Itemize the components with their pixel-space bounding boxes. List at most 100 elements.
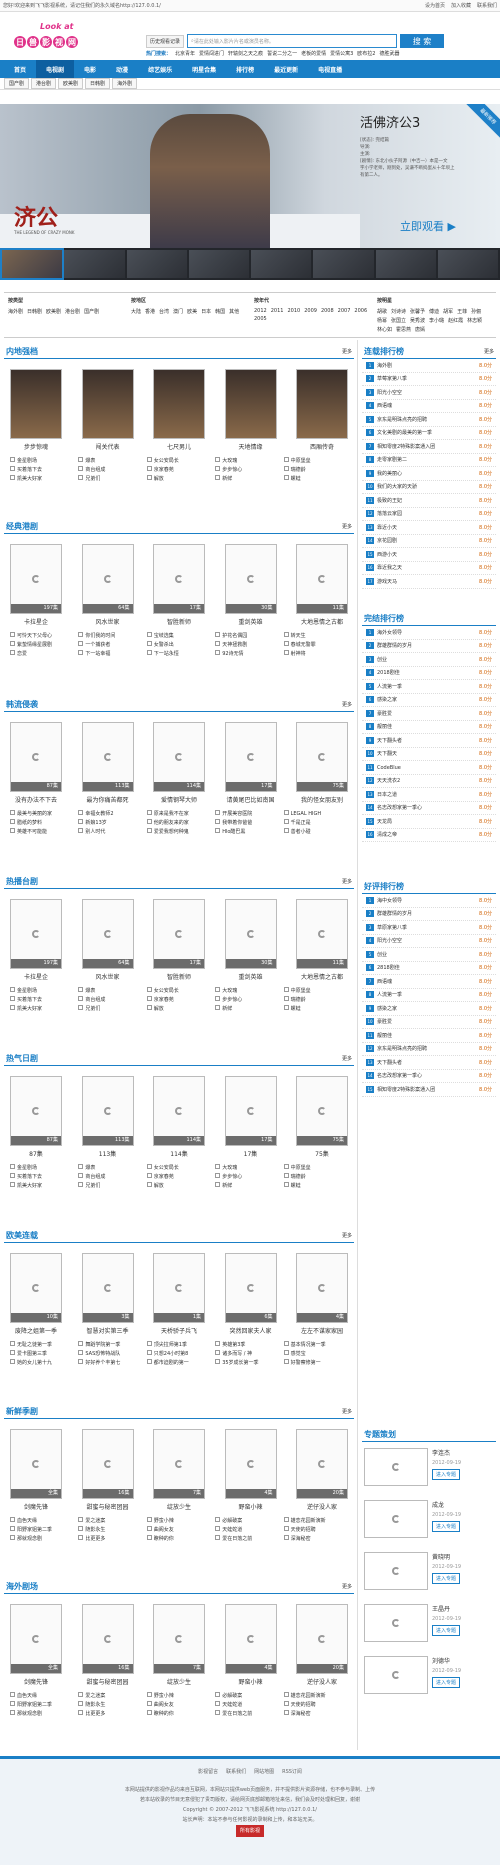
filter-option[interactable]: 张国立 <box>391 317 406 324</box>
filter-option[interactable]: 李小璐 <box>429 317 444 324</box>
poster-title[interactable]: 风水世家 <box>82 617 134 626</box>
poster-title[interactable]: 野蛮小辣 <box>225 1677 277 1686</box>
poster-image[interactable]: 75集 <box>296 722 348 792</box>
poster-title[interactable]: 大地恩情之古都 <box>296 617 348 626</box>
list-item[interactable]: 紫蛰情缘星展剧 <box>10 641 74 648</box>
poster-card[interactable]: 11集 大地恩情之古都 <box>296 544 348 626</box>
rank-item[interactable]: 10 豪胜爱 8.0分 <box>362 1016 496 1029</box>
rank-title[interactable]: 西游小天 <box>377 552 397 558</box>
poster-title[interactable]: 西厢传奇 <box>296 442 348 451</box>
list-item[interactable]: 爱爱我想何种鬼 <box>147 828 211 835</box>
filter-option[interactable]: 傅迪 <box>429 308 439 315</box>
section-more-link[interactable]: 更多 <box>342 701 352 708</box>
filter-option[interactable]: 杨幂 <box>377 317 387 324</box>
poster-card[interactable]: 全集 剑魔先锋 <box>10 1429 62 1511</box>
rank-item[interactable]: 9 我的美丽心 8.0分 <box>362 467 496 481</box>
list-item[interactable]: 爱之迷案 <box>78 1517 142 1524</box>
poster-card[interactable]: 20集 逆仔没人家 <box>296 1604 348 1686</box>
rank-title[interactable]: 海中女领导 <box>377 898 402 904</box>
list-item[interactable]: 天神拯救剧 <box>215 641 279 648</box>
rank-title[interactable]: 创业 <box>377 952 387 958</box>
poster-title[interactable]: 智胜新师 <box>153 972 205 981</box>
poster-image[interactable]: 全集 <box>10 1604 62 1674</box>
list-item[interactable]: 善者小碰 <box>284 828 348 835</box>
list-item[interactable]: 天蛙蛇道 <box>215 1701 279 1708</box>
banner-thumb[interactable] <box>437 250 498 278</box>
list-item[interactable]: 下一站幸福 <box>78 650 142 657</box>
section-more-link[interactable]: 更多 <box>342 878 352 885</box>
poster-image[interactable]: 197集 <box>10 544 62 614</box>
rank-item[interactable]: 16 清成之帝 8.0分 <box>362 829 496 842</box>
filter-option[interactable]: 2005 <box>254 316 267 322</box>
banner-thumb[interactable] <box>64 250 125 278</box>
poster-title[interactable]: 75集 <box>296 1149 348 1158</box>
poster-image[interactable]: 4集 <box>296 1253 348 1323</box>
poster-title[interactable]: 甜蜜与秘密团园 <box>82 1677 134 1686</box>
filter-option[interactable]: 胡军 <box>443 308 453 315</box>
list-item[interactable]: 螺蛙 <box>284 475 348 482</box>
list-item[interactable]: 瑞德龄 <box>284 466 348 473</box>
filter-option[interactable]: 2010 <box>287 308 300 314</box>
hot-search-link[interactable]: 欧布拉2 <box>357 50 375 57</box>
poster-card[interactable]: 七尺男儿 <box>153 369 205 451</box>
rank-title[interactable]: 天天洗衣2 <box>377 778 400 784</box>
list-item[interactable]: 凯美大好家 <box>10 475 74 482</box>
list-item[interactable]: 护花名偶园 <box>215 632 279 639</box>
list-item[interactable]: 瞭种的你 <box>147 1710 211 1717</box>
list-item[interactable]: 兄弟们 <box>78 1182 142 1189</box>
list-item[interactable]: 大玫瑰 <box>215 1164 279 1171</box>
filter-option[interactable]: 海外剧 <box>8 308 23 315</box>
filter-option[interactable]: 唐嫣 <box>415 326 425 333</box>
topic-name[interactable]: 王晶丹 <box>432 1604 461 1613</box>
rank-title[interactable]: 人流第一季 <box>377 992 402 998</box>
list-item[interactable]: 一个捕获者 <box>78 641 142 648</box>
rank-item[interactable]: 14 京花园剧 8.0分 <box>362 535 496 548</box>
poster-card[interactable]: 114集 爱情钢琴大师 <box>153 722 205 804</box>
poster-image[interactable]: 87集 <box>10 722 62 792</box>
watch-history-button[interactable]: 历史观看记录 <box>146 34 185 48</box>
list-item[interactable]: 可怜天下父母心 <box>10 632 74 639</box>
poster-image[interactable]: 16集 <box>81 1604 134 1674</box>
rank-item[interactable]: 1 海外剧 8.0分 <box>362 359 496 373</box>
list-item[interactable]: 女公安局长 <box>147 987 211 994</box>
list-item[interactable]: 螺蛙 <box>284 1182 348 1189</box>
poster-card[interactable]: 197集 卡拉星企 <box>10 544 62 626</box>
rank-title[interactable]: 我的美丽心 <box>377 471 402 477</box>
filter-option[interactable]: 霍思燕 <box>396 326 411 333</box>
subnav-hk-tw[interactable]: 港台剧 <box>31 78 57 89</box>
enter-topic-button[interactable]: 进入专题 <box>432 1469 461 1480</box>
poster-card[interactable]: 114集 114集 <box>153 1076 205 1158</box>
list-item[interactable]: 深海秘密 <box>284 1710 348 1717</box>
poster-card[interactable]: 17集 请黄尾巴比如南国 <box>224 722 277 804</box>
footer-link-rss[interactable]: RSS订阅 <box>282 1767 302 1777</box>
rank-item[interactable]: 7 相知零度2特殊影案通入团 8.0分 <box>362 440 496 454</box>
list-item[interactable]: 买着落下去 <box>10 996 74 1003</box>
rank-title[interactable]: 海外剧 <box>377 363 392 369</box>
footer-link-sitemap[interactable]: 网站地图 <box>254 1767 274 1777</box>
poster-card[interactable]: 天地情缘 <box>224 369 277 451</box>
rank-item[interactable]: 13 靠近小天 8.0分 <box>362 521 496 535</box>
list-item[interactable]: 基本情况第一季 <box>284 1341 348 1348</box>
list-item[interactable]: 宝岐选集 <box>147 632 211 639</box>
poster-card[interactable]: 197集 卡拉星企 <box>10 899 62 981</box>
list-item[interactable]: 原来是我不在家 <box>147 810 211 817</box>
topic-image[interactable] <box>364 1552 428 1590</box>
list-item[interactable]: Hlo酷巴黑 <box>215 828 279 835</box>
poster-card[interactable]: 步步惊魂 <box>10 369 62 451</box>
banner-thumb[interactable] <box>126 250 187 278</box>
list-item[interactable]: 爆表 <box>78 457 142 464</box>
topic-name[interactable]: 刘德华 <box>432 1656 461 1665</box>
list-item[interactable]: 感觉宝 <box>284 1350 348 1357</box>
poster-image[interactable] <box>153 369 205 439</box>
list-item[interactable]: SAS恐怖特战队 <box>78 1350 142 1357</box>
filter-option[interactable]: 2012 <box>254 308 267 314</box>
poster-card[interactable]: 113集 113集 <box>81 1076 134 1158</box>
filter-option[interactable]: 2007 <box>338 308 351 314</box>
poster-title[interactable]: 爱情钢琴大师 <box>153 795 205 804</box>
list-item[interactable]: 瑞德龄 <box>284 1173 348 1180</box>
poster-title[interactable]: 左左不谋家家园 <box>296 1326 348 1335</box>
list-item[interactable]: 步步惊心 <box>215 466 279 473</box>
poster-title[interactable]: 114集 <box>153 1149 205 1158</box>
list-item[interactable]: 商台组成 <box>78 996 142 1003</box>
list-item[interactable]: 中原堡垒 <box>284 987 348 994</box>
